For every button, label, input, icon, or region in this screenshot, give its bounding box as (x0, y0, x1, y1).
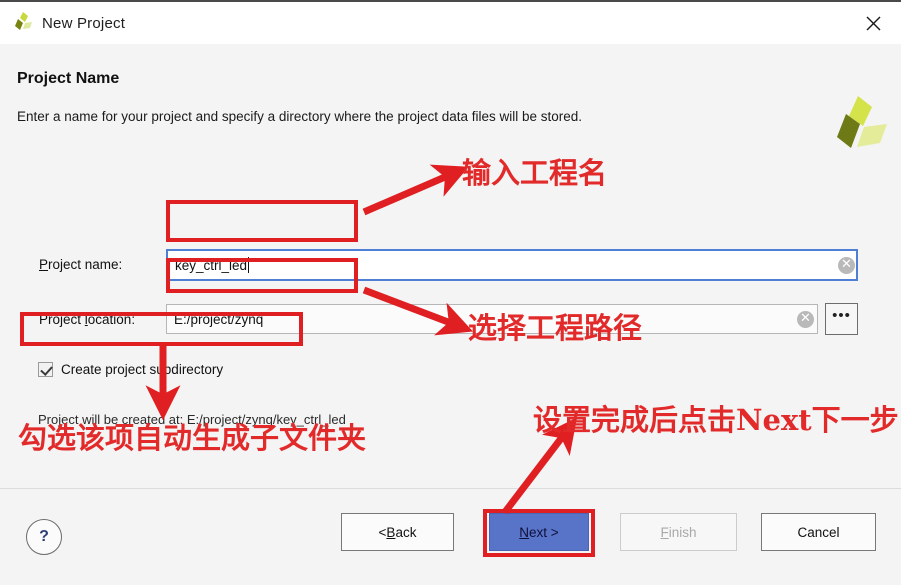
project-location-value: E:/project/zynq (174, 311, 264, 327)
project-location-label-b: ocation: (87, 312, 136, 327)
window-title: New Project (42, 14, 126, 32)
project-location-label: Project location: (39, 312, 135, 327)
browse-directory-button[interactable]: ••• (825, 303, 858, 335)
create-subdirectory-checkbox[interactable] (38, 362, 53, 377)
next-button-label-b: ext > (529, 524, 559, 540)
cancel-button[interactable]: Cancel (761, 513, 876, 551)
page-title: Project Name (17, 70, 120, 87)
created-at-text: Project will be created at: E:/project/z… (38, 412, 346, 427)
page-description: Enter a name for your project and specif… (17, 109, 583, 124)
finish-button-label-b: inish (668, 524, 697, 540)
project-location-label-a: Project (39, 312, 85, 327)
xilinx-brand-logo-icon (827, 94, 889, 154)
next-button-mnemonic: N (519, 524, 530, 540)
back-button[interactable]: < Back (341, 513, 454, 551)
back-button-label-b: ack (395, 524, 417, 540)
help-button[interactable]: ? (26, 519, 62, 555)
project-name-input[interactable]: key_ctrl_led (166, 249, 858, 281)
dialog-footer: ? < Back Next > Finish Cancel (0, 488, 901, 585)
finish-button: Finish (620, 513, 737, 551)
create-subdirectory-label: Create project subdirectory (61, 362, 224, 377)
project-name-label-mnemonic: P (39, 257, 49, 272)
xilinx-logo-icon (10, 10, 36, 36)
new-project-dialog: New Project Project Name Enter a name fo… (0, 0, 901, 585)
next-button[interactable]: Next > (489, 513, 589, 551)
project-name-value: key_ctrl_led (175, 257, 248, 273)
project-location-input[interactable]: E:/project/zynq (166, 304, 818, 334)
create-subdirectory-checkbox-row[interactable]: Create project subdirectory (38, 362, 223, 377)
dialog-body: Project Name Enter a name for your proje… (0, 44, 901, 488)
project-name-label-rest: roject name: (48, 257, 123, 272)
back-button-mnemonic: B (386, 524, 396, 540)
title-bar: New Project (0, 0, 901, 46)
clear-project-location-icon[interactable]: ✕ (797, 311, 814, 328)
text-caret (248, 257, 250, 273)
clear-project-name-icon[interactable]: ✕ (838, 257, 855, 274)
close-icon[interactable] (845, 2, 901, 44)
project-name-label: Project name: (39, 257, 122, 272)
finish-button-mnemonic: F (660, 524, 669, 540)
back-button-label-a: < (378, 524, 387, 540)
